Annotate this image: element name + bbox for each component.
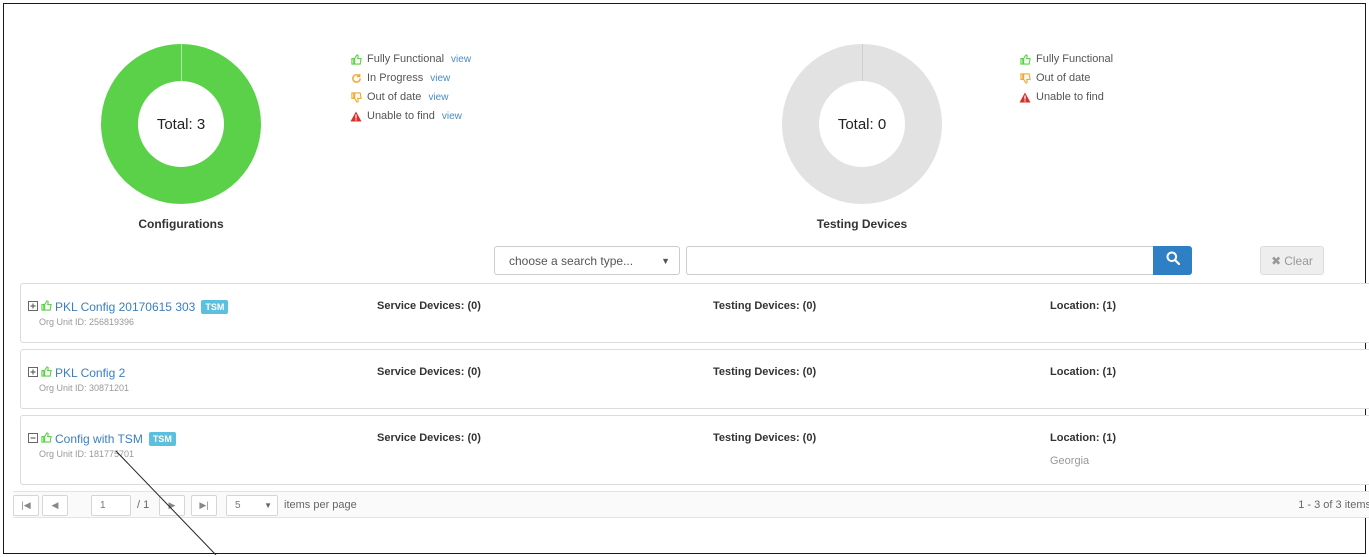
close-icon: ✖: [1271, 253, 1282, 268]
expand-icon[interactable]: [28, 366, 38, 380]
next-page-button[interactable]: ▶: [159, 495, 185, 516]
configurations-legend: Fully Functional view In Progress view O…: [350, 50, 471, 126]
view-link-in-progress[interactable]: view: [430, 69, 450, 88]
location-count[interactable]: Location: (1): [1050, 432, 1116, 444]
search-icon: [1166, 251, 1180, 270]
service-devices-count: Service Devices: (0): [377, 366, 481, 378]
thumbs-up-icon: [350, 54, 362, 66]
tsm-badge: TSM: [148, 432, 176, 446]
list-item: Config with TSM TSM Org Unit ID: 1817757…: [20, 415, 1369, 485]
legend-item-fully-functional: Fully Functional: [1019, 50, 1113, 69]
location-count[interactable]: Location: (1): [1050, 300, 1116, 312]
clear-button[interactable]: ✖ Clear: [1260, 246, 1324, 275]
legend-item-fully-functional: Fully Functional view: [350, 50, 471, 69]
location-detail: Georgia: [1050, 455, 1090, 467]
thumbs-down-icon: [1019, 73, 1031, 85]
page-size-value: 5: [235, 500, 241, 511]
tsm-badge: TSM: [201, 300, 229, 314]
config-title: PKL Config 20170615 303 TSM: [28, 300, 229, 314]
expand-icon[interactable]: [28, 300, 38, 314]
testing-devices-legend: Fully Functional Out of date Unable to f…: [1019, 50, 1113, 107]
testing-devices-count: Testing Devices: (0): [713, 366, 817, 378]
legend-item-unable-to-find: Unable to find view: [350, 107, 471, 126]
thumbs-up-icon: [1019, 54, 1031, 66]
config-name-link[interactable]: PKL Config 20170615 303: [55, 300, 195, 314]
org-unit-id: Org Unit ID: 30871201: [39, 383, 130, 393]
location-count[interactable]: Location: (1): [1050, 366, 1116, 378]
config-name-link[interactable]: Config with TSM: [55, 432, 143, 446]
legend-item-out-of-date: Out of date: [1019, 69, 1113, 88]
testing-devices-count: Testing Devices: (0): [713, 432, 817, 444]
configurations-donut-chart[interactable]: Total: 3: [101, 44, 261, 204]
search-type-selected: choose a search type...: [509, 254, 634, 268]
chevron-down-icon: ▼: [661, 256, 670, 266]
search-input[interactable]: [686, 246, 1154, 275]
thumbs-down-icon: [350, 92, 362, 104]
legend-label: Fully Functional: [1036, 53, 1114, 65]
legend-label: Fully Functional: [367, 53, 445, 65]
org-unit-id: Org Unit ID: 256819396: [39, 317, 135, 327]
org-unit-id: Org Unit ID: 181775701: [39, 449, 135, 459]
list-item: PKL Config 20170615 303 TSM Org Unit ID:…: [20, 283, 1369, 343]
refresh-icon: [350, 73, 362, 85]
last-page-button[interactable]: ▶|: [191, 495, 217, 516]
collapse-icon[interactable]: [28, 432, 38, 446]
testing-devices-total: Total: 0: [819, 81, 905, 167]
search-type-select[interactable]: choose a search type... ▼: [494, 246, 680, 275]
thumbs-up-icon: [41, 366, 52, 380]
testing-devices-chart-caption: Testing Devices: [816, 217, 908, 231]
config-title: PKL Config 2: [28, 366, 125, 380]
config-name-link[interactable]: PKL Config 2: [55, 366, 125, 380]
legend-label: Unable to find: [1036, 91, 1104, 103]
list-item: PKL Config 2 Org Unit ID: 30871201 Servi…: [20, 349, 1369, 409]
warning-icon: [1019, 92, 1031, 104]
config-title: Config with TSM TSM: [28, 432, 176, 446]
legend-label: In Progress: [367, 72, 424, 84]
testing-devices-count: Testing Devices: (0): [713, 300, 817, 312]
service-devices-count: Service Devices: (0): [377, 300, 481, 312]
legend-item-out-of-date: Out of date view: [350, 88, 471, 107]
thumbs-up-icon: [41, 432, 52, 446]
thumbs-up-icon: [41, 300, 52, 314]
pager-summary: 1 - 3 of 3 items: [1298, 499, 1369, 511]
legend-item-unable-to-find: Unable to find: [1019, 88, 1113, 107]
configurations-total: Total: 3: [138, 81, 224, 167]
clear-label: Clear: [1284, 253, 1313, 268]
view-link-unable-to-find[interactable]: view: [442, 107, 462, 126]
previous-page-button[interactable]: ◀: [42, 495, 68, 516]
first-page-button[interactable]: |◀: [13, 495, 39, 516]
legend-item-in-progress: In Progress view: [350, 69, 471, 88]
legend-label: Out of date: [1036, 72, 1091, 84]
view-link-fully-functional[interactable]: view: [451, 50, 471, 69]
warning-icon: [350, 111, 362, 123]
page-size-select[interactable]: 5 ▼: [226, 495, 278, 516]
legend-label: Out of date: [367, 91, 422, 103]
search-button[interactable]: [1153, 246, 1192, 275]
items-per-page-label: items per page: [284, 499, 357, 511]
chevron-down-icon: ▼: [264, 501, 272, 510]
page-number-input[interactable]: 1: [91, 495, 131, 516]
legend-label: Unable to find: [367, 110, 435, 122]
pager: |◀ ◀ 1 / 1 ▶ ▶| 5 ▼ items per page 1 - 3…: [13, 491, 1369, 518]
testing-devices-donut-chart[interactable]: Total: 0: [782, 44, 942, 204]
configurations-chart-caption: Configurations: [138, 217, 224, 231]
service-devices-count: Service Devices: (0): [377, 432, 481, 444]
page-of-total: / 1: [137, 499, 150, 511]
view-link-out-of-date[interactable]: view: [428, 88, 448, 107]
app-frame: Total: 3 Configurations Fully Functional…: [3, 3, 1369, 555]
